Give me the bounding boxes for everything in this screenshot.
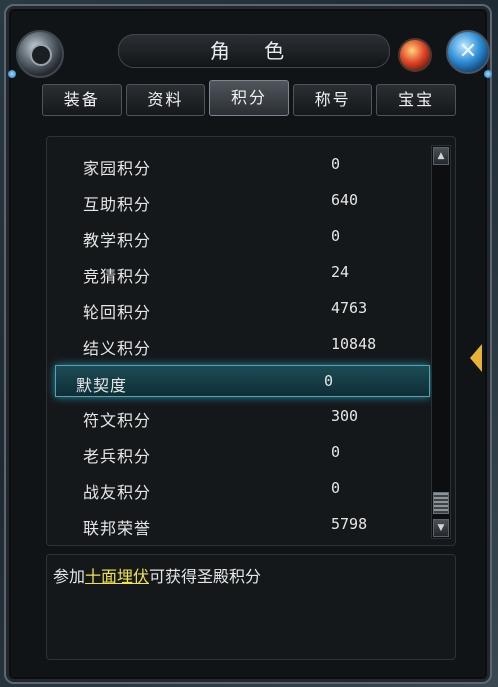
description-panel: 参加十面埋伏可获得圣殿积分 (46, 554, 456, 660)
point-value: 640 (331, 191, 359, 209)
expand-arrow-icon[interactable] (470, 344, 482, 372)
point-value: 4763 (331, 299, 368, 317)
points-rows: 家园积分 0 互助积分 640 教学积分 0 竞猜积分 24 轮回积分 4763 结义积分… (55, 147, 430, 543)
list-item-selected[interactable]: 默契度 0 (55, 365, 430, 397)
tab-profile[interactable]: 资料 (125, 84, 206, 116)
character-window: 角 色 ✕ 装备 资料 积分 称号 宝宝 家园积分 0 互助积分 640 教学积分 0… (4, 4, 492, 684)
emblem-inner-ring (30, 44, 52, 66)
point-label: 家园积分 (83, 159, 152, 178)
point-label: 竞猜积分 (83, 267, 152, 286)
point-label: 战友积分 (83, 483, 152, 502)
tab-equipment[interactable]: 装备 (42, 84, 122, 116)
point-value: 0 (331, 227, 341, 245)
blue-bolt-decoration (484, 70, 492, 78)
list-item[interactable]: 结义积分 10848 (55, 327, 430, 363)
list-item[interactable]: 战友积分 0 (55, 471, 430, 507)
point-label: 互助积分 (83, 195, 152, 214)
point-value: 0 (331, 443, 341, 461)
tab-bar: 装备 资料 积分 称号 宝宝 (42, 80, 456, 116)
description-text: 参加十面埋伏可获得圣殿积分 (53, 563, 261, 587)
point-value: 5798 (331, 515, 368, 533)
blue-bolt-decoration (8, 70, 16, 78)
arrow-up-icon[interactable]: ▲ (433, 147, 449, 165)
point-value: 0 (331, 155, 341, 173)
list-item[interactable]: 家园积分 0 (55, 147, 430, 183)
list-item[interactable]: 老兵积分 0 (55, 435, 430, 471)
point-label: 轮回积分 (83, 303, 152, 322)
list-item[interactable]: 联邦荣誉 5798 (55, 507, 430, 543)
tab-pet[interactable]: 宝宝 (376, 84, 456, 116)
scrollbar-thumb[interactable] (433, 492, 449, 514)
list-item[interactable]: 竞猜积分 24 (55, 255, 430, 291)
points-list: 家园积分 0 互助积分 640 教学积分 0 竞猜积分 24 轮回积分 4763 结义积分… (46, 136, 456, 546)
list-item[interactable]: 教学积分 0 (55, 219, 430, 255)
emblem-icon[interactable] (16, 30, 64, 78)
description-suffix: 可获得圣殿积分 (149, 567, 262, 586)
point-value: 0 (324, 372, 334, 390)
point-value: 0 (331, 479, 341, 497)
window-title: 角 色 (118, 34, 390, 68)
list-item[interactable]: 轮回积分 4763 (55, 291, 430, 327)
gem-icon[interactable] (398, 38, 432, 72)
tab-points[interactable]: 积分 (209, 80, 289, 116)
point-value: 300 (331, 407, 359, 425)
tab-titles[interactable]: 称号 (292, 84, 373, 116)
scrollbar[interactable]: ▲ ▼ (431, 145, 451, 539)
description-prefix: 参加 (53, 567, 86, 586)
point-label: 结义积分 (83, 339, 152, 358)
activity-link[interactable]: 十面埋伏 (85, 567, 149, 586)
point-value: 10848 (331, 335, 377, 353)
point-label: 符文积分 (83, 411, 152, 430)
point-value: 24 (331, 263, 350, 281)
point-label: 教学积分 (83, 231, 152, 250)
point-label: 联邦荣誉 (83, 519, 152, 538)
list-item[interactable]: 符文积分 300 (55, 399, 430, 435)
list-item[interactable]: 互助积分 640 (55, 183, 430, 219)
close-icon[interactable]: ✕ (446, 30, 490, 74)
arrow-down-icon[interactable]: ▼ (433, 519, 449, 537)
point-label: 老兵积分 (83, 447, 152, 466)
point-label: 默契度 (76, 376, 128, 395)
